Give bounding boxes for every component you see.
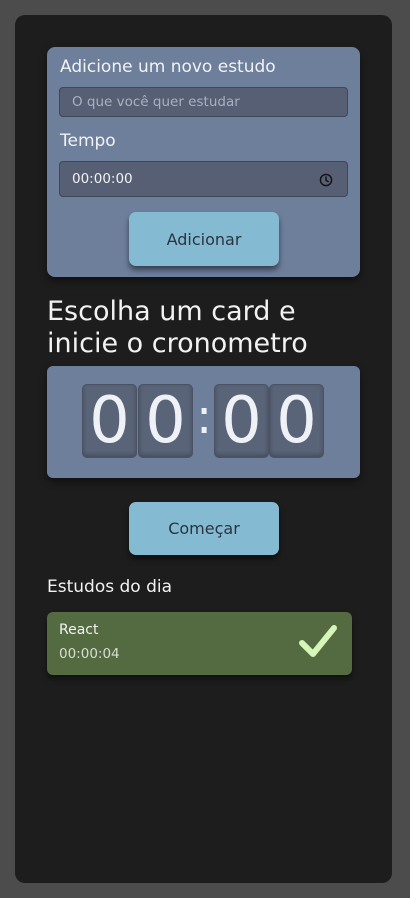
clock-icon[interactable]	[319, 173, 333, 187]
studies-title: Estudos do dia	[47, 577, 173, 597]
add-study-form: Adicione um novo estudo O que você quer …	[47, 47, 360, 277]
stopwatch-separator: :	[196, 389, 213, 445]
stopwatch-digit: 0	[269, 384, 324, 458]
study-time: 00:00:04	[59, 646, 120, 662]
stopwatch-heading: Escolha um card e inicie o cronometro	[47, 296, 308, 359]
task-label: Adicione um novo estudo	[60, 57, 276, 77]
check-icon	[299, 625, 337, 657]
study-name: React	[59, 622, 99, 638]
stopwatch-digit: 0	[214, 384, 269, 458]
stopwatch-digit: 0	[138, 384, 193, 458]
app-container: Adicione um novo estudo O que você quer …	[15, 15, 392, 883]
add-button[interactable]: Adicionar	[129, 212, 279, 266]
study-card[interactable]: React 00:00:04	[47, 612, 352, 675]
time-input-value: 00:00:00	[72, 171, 133, 187]
time-label: Tempo	[60, 131, 116, 151]
time-input[interactable]: 00:00:00	[59, 161, 348, 197]
task-input-placeholder: O que você quer estudar	[72, 94, 240, 110]
task-input[interactable]: O que você quer estudar	[59, 87, 348, 117]
start-button[interactable]: Começar	[129, 502, 279, 555]
stopwatch-digit: 0	[82, 384, 137, 458]
stopwatch-display: 0 0 : 0 0	[47, 366, 360, 478]
